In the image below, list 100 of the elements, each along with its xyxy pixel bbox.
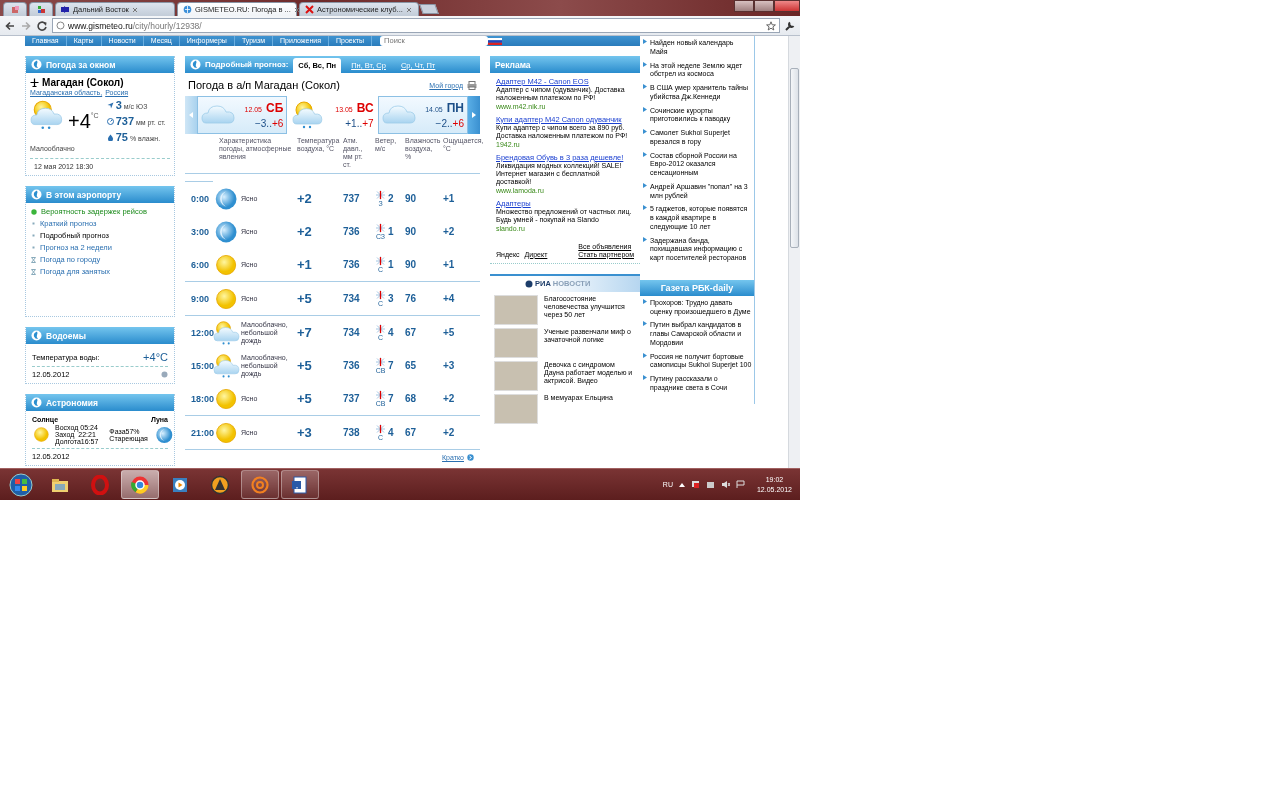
browser-tab[interactable] bbox=[29, 2, 53, 16]
wind-rose-icon bbox=[375, 357, 386, 368]
temperature-cell-text: +5 bbox=[297, 391, 313, 407]
bullet-icon bbox=[31, 233, 36, 238]
feels-like-cell-text: +2 bbox=[443, 226, 456, 238]
document-icon bbox=[290, 474, 310, 495]
new-tab-button[interactable] bbox=[419, 4, 439, 14]
temperature-cell-text: +7 bbox=[297, 325, 313, 341]
pressure-cell-text: 737 bbox=[343, 193, 361, 205]
forecast-title: Погода в а/п Магадан (Сокол) bbox=[188, 79, 341, 91]
bullet-icon bbox=[643, 298, 647, 304]
wind-rose-icon bbox=[375, 424, 386, 435]
star-icon[interactable] bbox=[766, 20, 776, 31]
time-cell-text: 15:00 bbox=[190, 360, 213, 371]
url-text: www.gismeteo.ru/city/hourly/12938/ bbox=[68, 20, 202, 31]
gauge-icon bbox=[106, 118, 114, 125]
time-cell-text: 6:00 bbox=[190, 259, 210, 270]
feels-like-cell-text: +4 bbox=[443, 293, 456, 305]
temperature-value: +4 bbox=[68, 109, 91, 133]
wind-speed-cell: 3 bbox=[388, 293, 394, 305]
feels-like-cell-text: +1 bbox=[443, 193, 456, 205]
forecast-label: Подробный прогноз: bbox=[205, 60, 289, 69]
day-name: ПН bbox=[446, 101, 464, 115]
feels-like-cell-text: +5 bbox=[443, 327, 456, 339]
pressure-cell-text: 734 bbox=[343, 293, 361, 305]
humidity-cell-text: 65 bbox=[405, 360, 418, 372]
day-name: СБ bbox=[266, 101, 284, 115]
maximize-button[interactable] bbox=[754, 0, 774, 12]
gismeteo-logo-icon bbox=[31, 59, 42, 70]
temperature-cell-text: +2 bbox=[297, 191, 313, 207]
triangle-logo-icon bbox=[210, 474, 230, 495]
temperature-range: −3..+6 bbox=[254, 118, 284, 129]
bullet-icon bbox=[31, 245, 36, 250]
page-icon bbox=[56, 21, 65, 30]
bullet-icon bbox=[643, 236, 647, 242]
globe-icon bbox=[525, 279, 533, 288]
minimize-button[interactable] bbox=[734, 0, 754, 12]
bullet-icon bbox=[643, 321, 647, 327]
back-icon[interactable] bbox=[4, 19, 16, 32]
speaker-icon[interactable] bbox=[720, 480, 730, 489]
wind-speed: 3 bbox=[115, 99, 122, 111]
photo-placeholder bbox=[494, 327, 538, 358]
bullet-icon bbox=[643, 129, 647, 134]
sun-cloud-rain-icon bbox=[213, 319, 241, 346]
arrow-up-icon[interactable] bbox=[678, 482, 685, 487]
reload-icon[interactable] bbox=[36, 19, 48, 32]
temperature-cell-text: +5 bbox=[297, 358, 313, 374]
time-cell-text: 21:00 bbox=[190, 427, 213, 438]
wind-speed-cell: 1 bbox=[388, 226, 394, 238]
bullet-icon bbox=[643, 106, 647, 112]
day-name: ВС bbox=[356, 101, 374, 115]
close-icon[interactable] bbox=[293, 6, 300, 13]
bullet-icon bbox=[643, 151, 647, 157]
feels-like-cell-text: +3 bbox=[443, 360, 456, 372]
wrench-icon[interactable] bbox=[784, 19, 796, 32]
network-icon[interactable] bbox=[690, 480, 700, 489]
humidity-cell-text: 90 bbox=[405, 259, 418, 271]
status-dot-icon bbox=[31, 208, 37, 215]
start-button-icon[interactable] bbox=[9, 472, 33, 497]
pressure-cell-text: 736 bbox=[343, 226, 361, 238]
taskbar-app[interactable] bbox=[281, 470, 319, 499]
temperature-range: −2..+6 bbox=[435, 118, 464, 129]
pressure-cell-text: 736 bbox=[343, 360, 361, 372]
photo-placeholder bbox=[494, 360, 538, 391]
bullet-icon bbox=[31, 221, 36, 226]
wind-speed-cell: 7 bbox=[388, 393, 394, 405]
wind-speed-cell: 1 bbox=[388, 259, 394, 271]
temperature-cell-text: +3 bbox=[297, 425, 313, 441]
humidity-cell-text: 67 bbox=[405, 327, 418, 339]
wind-speed-cell: 4 bbox=[388, 327, 394, 339]
time-cell-text: 12:00 bbox=[190, 327, 213, 338]
pressure-value: 737 bbox=[115, 115, 135, 127]
photo-placeholder bbox=[494, 393, 538, 424]
close-button[interactable] bbox=[774, 0, 800, 12]
panel-title: Погода за окном bbox=[46, 59, 116, 70]
chrome-icon bbox=[130, 474, 150, 495]
puzzle-icon bbox=[36, 5, 46, 14]
panel-title: Реклама bbox=[495, 59, 531, 70]
water-temperature: +4°C bbox=[143, 351, 168, 363]
wind-rose-icon bbox=[375, 324, 386, 335]
time-cell-text: 3:00 bbox=[190, 226, 210, 237]
arrow-circle-icon[interactable] bbox=[467, 454, 474, 462]
bullet-icon bbox=[643, 61, 647, 67]
time-cell-text: 9:00 bbox=[190, 293, 210, 304]
photo-placeholder bbox=[494, 294, 538, 325]
feels-like-cell-text: +2 bbox=[443, 393, 456, 405]
humidity-cell-text: 68 bbox=[405, 393, 418, 405]
print-icon[interactable] bbox=[467, 80, 477, 90]
bullet-icon bbox=[643, 205, 647, 211]
airplane-icon bbox=[30, 78, 39, 87]
gismeteo-logo-icon bbox=[190, 59, 201, 70]
address-field[interactable]: www.gismeteo.ru/city/hourly/12938/ bbox=[52, 18, 780, 33]
panel-title: В этом аэропорту bbox=[46, 189, 122, 200]
printer-icon[interactable] bbox=[705, 480, 715, 489]
opera-icon bbox=[90, 474, 110, 495]
scrollbar[interactable] bbox=[788, 36, 800, 468]
gismeteo-logo-icon bbox=[31, 330, 42, 341]
humidity-cell-text: 76 bbox=[405, 293, 418, 305]
bullet-icon bbox=[643, 39, 647, 44]
pressure-cell-text: 734 bbox=[343, 327, 361, 339]
